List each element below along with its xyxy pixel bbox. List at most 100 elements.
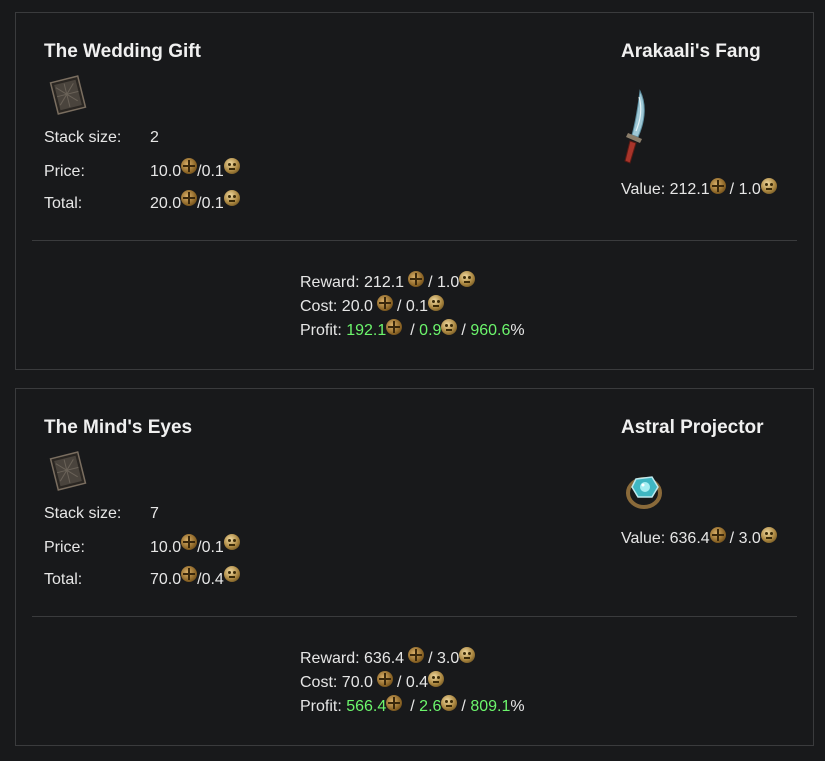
summary-reward-chaos: 636.4 (364, 650, 405, 667)
price-chaos: 10.0 (150, 539, 182, 556)
summary-cost-line: Cost: 70.0 / 0.4 (300, 671, 525, 695)
reward-value-row: Value: 212.1 / 1.0 (621, 178, 777, 199)
summary-profit-percent: 809.1 (470, 698, 511, 715)
summary-profit-line: Profit: 192.1/ 0.9/ 960.6% (300, 319, 525, 343)
summary-reward-label: Reward: (300, 650, 365, 667)
chaos-orb-icon (408, 271, 425, 287)
summary-cost-label: Cost: (300, 674, 342, 691)
total-label: Total: (44, 195, 83, 212)
summary-profit-chaos: 192.1 (346, 322, 387, 339)
price-divine: /0.1 (197, 539, 224, 556)
stack-size-row: Stack size: 7 (44, 505, 159, 523)
chaos-orb-icon (181, 566, 198, 582)
value-label: Value: (621, 181, 670, 198)
stack-size-value: 2 (150, 129, 159, 146)
price-label: Price: (44, 163, 85, 180)
divine-orb-icon (760, 527, 777, 543)
chaos-orb-icon (181, 190, 198, 206)
price-divine: /0.1 (197, 163, 224, 180)
summary-profit-line: Profit: 566.4/ 2.6/ 809.1% (300, 695, 525, 719)
total-divine: /0.4 (197, 571, 224, 588)
summary-reward-divine: / 1.0 (428, 274, 460, 291)
chaos-orb-icon (376, 295, 393, 311)
summary-profit-sep: / (461, 322, 471, 339)
divine-orb-icon (223, 534, 240, 550)
reward-name[interactable]: Arakaali's Fang (621, 41, 761, 63)
divine-orb-icon (441, 319, 458, 335)
divine-orb-icon (760, 178, 777, 194)
summary-cost-line: Cost: 20.0 / 0.1 (300, 295, 525, 319)
reward-name[interactable]: Astral Projector (621, 417, 764, 439)
chaos-orb-icon (709, 527, 726, 543)
divine-orb-icon (459, 271, 476, 287)
value-label: Value: (621, 530, 670, 547)
summary-profit-sep: / (410, 322, 420, 339)
divine-orb-icon (459, 647, 476, 663)
value-divine: / 1.0 (729, 181, 761, 198)
summary-reward-line: Reward: 636.4 / 3.0 (300, 647, 525, 671)
summary-cost-label: Cost: (300, 298, 342, 315)
ring-icon (626, 476, 662, 509)
summary-profit-label: Profit: (300, 698, 347, 715)
card-panel-wedding-gift: The Wedding Gift Stack size: 2 Price: 10.0… (15, 12, 814, 370)
summary-profit-divine: 2.6 (419, 698, 442, 715)
stack-size-value: 7 (150, 505, 159, 522)
summary-profit-chaos: 566.4 (346, 698, 387, 715)
summary-profit-sep: / (461, 698, 471, 715)
total-chaos: 20.0 (150, 195, 182, 212)
stack-size-row: Stack size: 2 (44, 129, 159, 147)
divine-orb-icon (428, 671, 445, 687)
divine-orb-icon (428, 295, 445, 311)
total-row: Total: 20.0/0.1 (44, 190, 240, 213)
summary-profit-sep: / (410, 698, 420, 715)
chaos-orb-icon (386, 695, 403, 711)
summary-reward-line: Reward: 212.1 / 1.0 (300, 271, 525, 295)
chaos-orb-icon (709, 178, 726, 194)
divine-orb-icon (441, 695, 458, 711)
price-label: Price: (44, 539, 85, 556)
summary-profit-percent: 960.6 (470, 322, 511, 339)
summary-cost-chaos: 20.0 (341, 298, 373, 315)
price-row: Price: 10.0/0.1 (44, 534, 240, 557)
chaos-orb-icon (408, 647, 425, 663)
value-chaos: 212.1 (669, 181, 710, 198)
card-name[interactable]: The Wedding Gift (44, 41, 201, 63)
total-label: Total: (44, 571, 83, 588)
divine-orb-icon (223, 566, 240, 582)
dagger-icon (624, 89, 645, 164)
stack-size-label: Stack size: (44, 129, 122, 146)
chaos-orb-icon (386, 319, 403, 335)
value-chaos: 636.4 (669, 530, 710, 547)
card-panel-minds-eyes: The Mind's Eyes Stack size: 7 Price: 10.0 /… (15, 388, 814, 746)
stack-size-label: Stack size: (44, 505, 122, 522)
price-chaos: 10.0 (150, 163, 182, 180)
price-row: Price: 10.0/0.1 (44, 158, 240, 181)
summary-reward-chaos: 212.1 (364, 274, 405, 291)
summary-profit-divine: 0.9 (419, 322, 442, 339)
summary: Reward: 212.1 / 1.0 Cost: 20.0 / 0.1 Profi… (300, 271, 525, 343)
total-chaos: 70.0 (150, 571, 182, 588)
divider (32, 616, 797, 617)
summary-cost-chaos: 70.0 (341, 674, 373, 691)
divine-orb-icon (223, 158, 240, 174)
summary-cost-divine: / 0.1 (396, 298, 429, 315)
chaos-orb-icon (181, 158, 198, 174)
percent-sign: % (510, 698, 525, 715)
card-name[interactable]: The Mind's Eyes (44, 417, 192, 439)
chaos-orb-icon (376, 671, 393, 687)
divination-card-icon (49, 451, 87, 491)
percent-sign: % (510, 322, 525, 339)
summary: Reward: 636.4 / 3.0 Cost: 70.0 / 0.4 Profi… (300, 647, 525, 719)
summary-profit-label: Profit: (300, 322, 347, 339)
divine-orb-icon (223, 190, 240, 206)
value-divine: / 3.0 (729, 530, 761, 547)
reward-value-row: Value: 636.4 / 3.0 (621, 527, 777, 548)
total-divine: /0.1 (197, 195, 224, 212)
summary-reward-label: Reward: (300, 274, 365, 291)
divination-card-icon (49, 75, 87, 115)
total-row: Total: 70.0/0.4 (44, 566, 240, 589)
divider (32, 240, 797, 241)
summary-cost-divine: / 0.4 (396, 674, 429, 691)
chaos-orb-icon (181, 534, 198, 550)
summary-reward-divine: / 3.0 (428, 650, 460, 667)
